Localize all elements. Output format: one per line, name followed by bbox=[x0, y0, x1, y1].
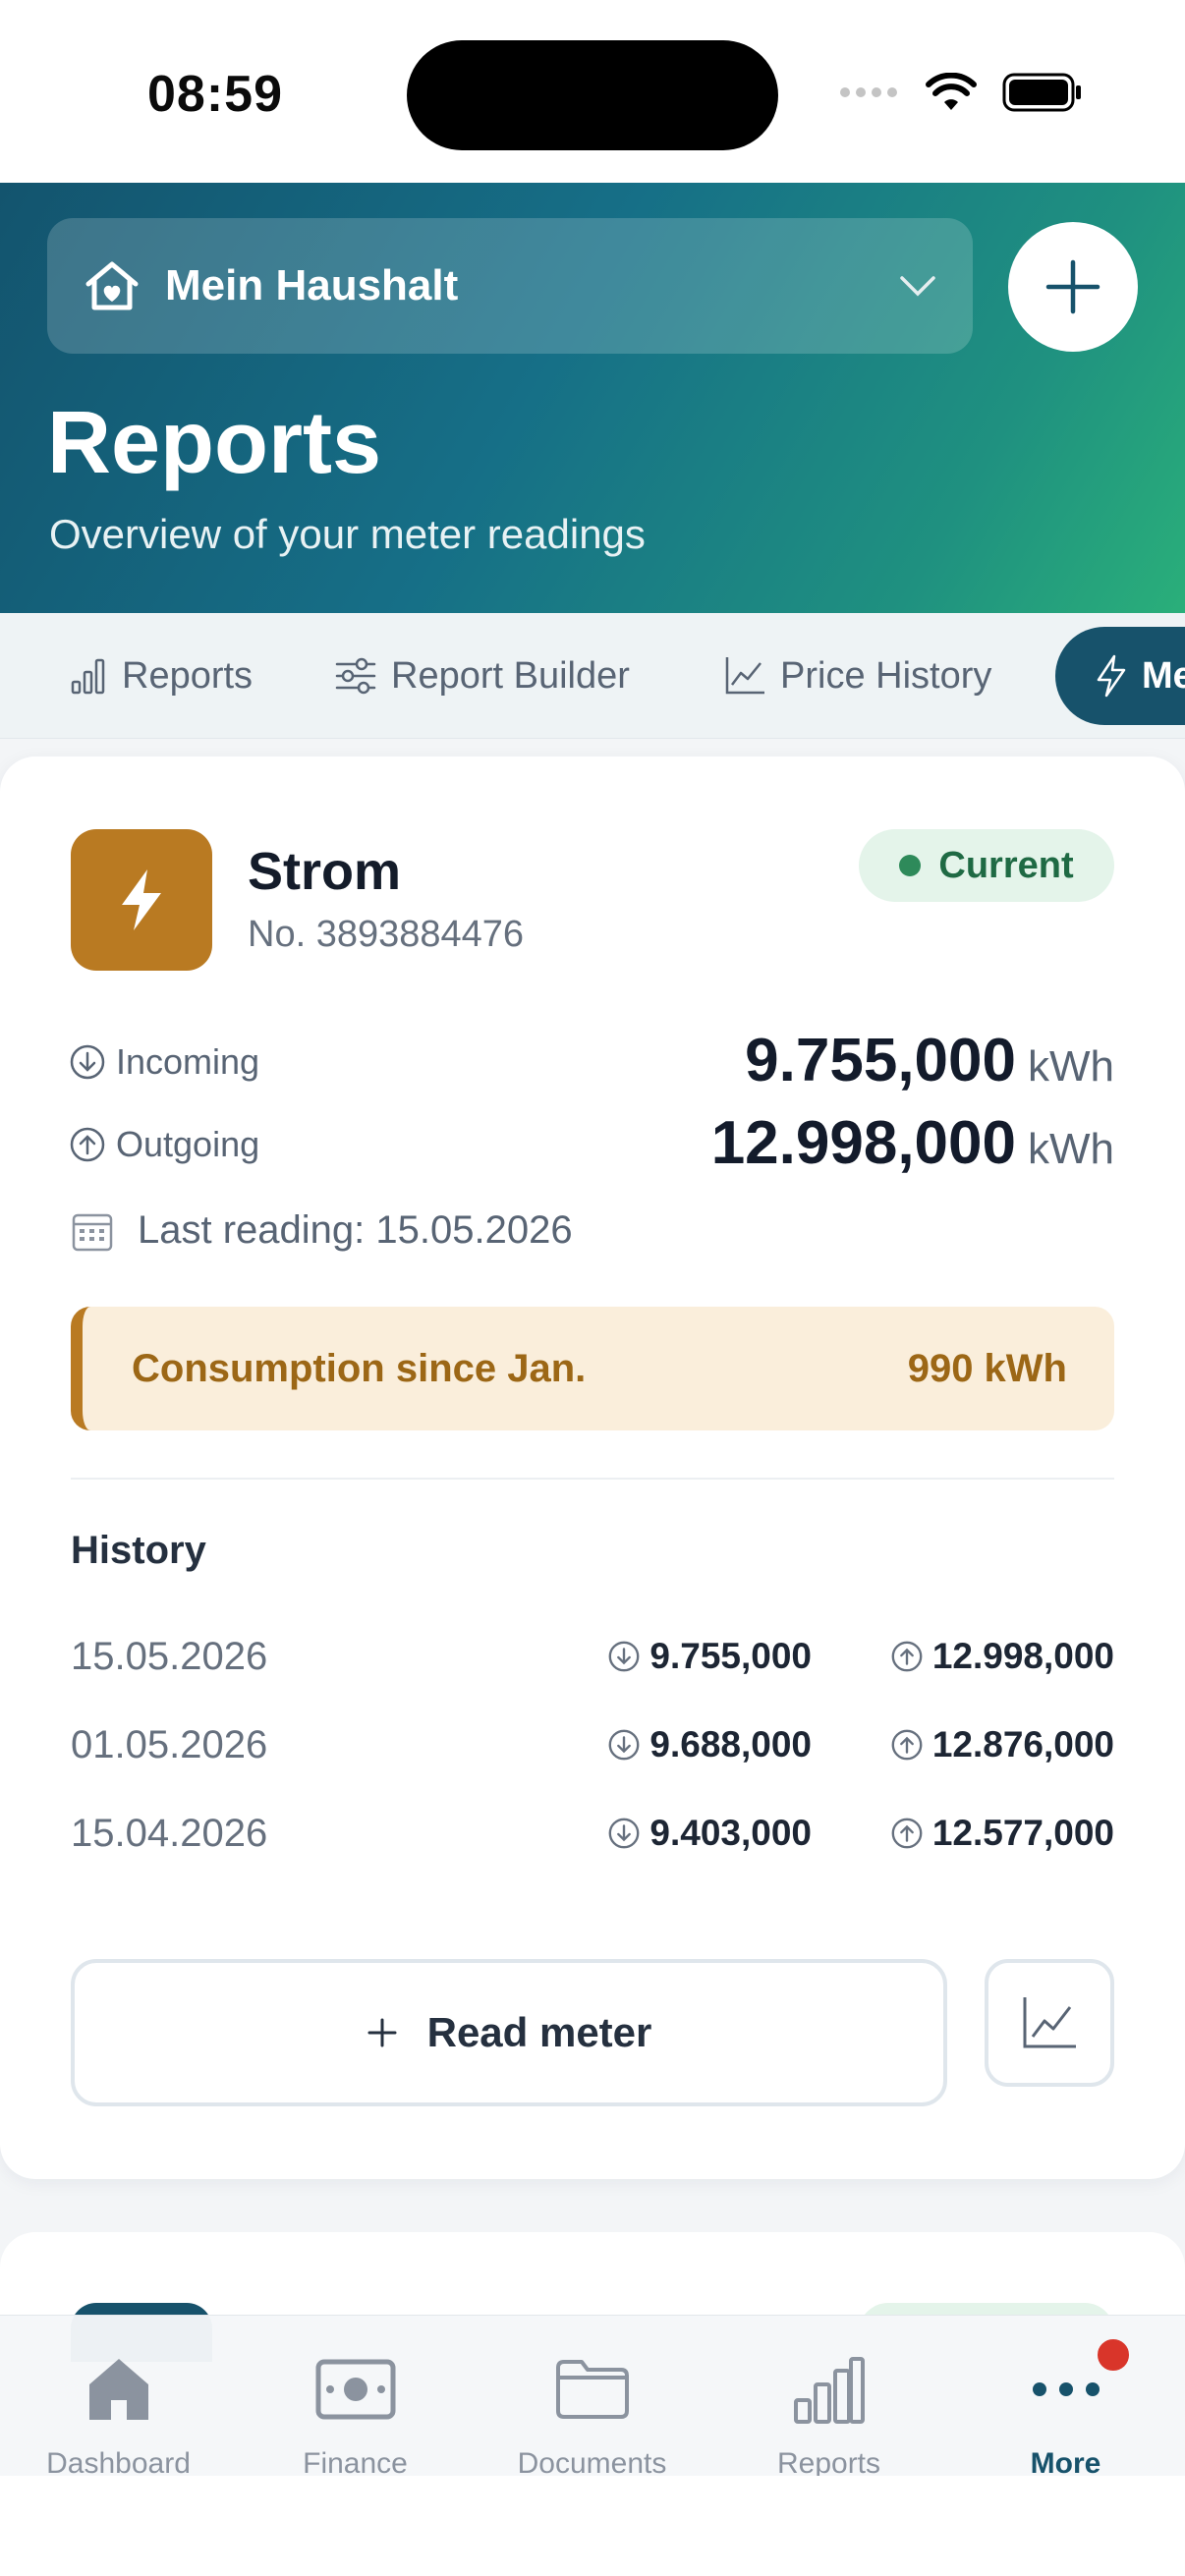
arrow-down-circle-icon bbox=[608, 1729, 640, 1761]
history-date: 01.05.2026 bbox=[71, 1722, 268, 1766]
tab-label: Reports bbox=[122, 654, 254, 697]
arrow-down-circle-icon bbox=[608, 1818, 640, 1849]
nav-reports[interactable]: Reports bbox=[710, 2345, 947, 2481]
plus-icon bbox=[367, 2018, 397, 2047]
history-title: History bbox=[71, 1529, 206, 1572]
plus-icon bbox=[1045, 259, 1100, 314]
history-row: 15.04.2026 9.403,000 12.577,000 bbox=[71, 1804, 1114, 1863]
dynamic-island bbox=[407, 40, 778, 150]
report-tabs: Reports Report Builder Price History Me bbox=[0, 613, 1185, 739]
nav-more[interactable]: More bbox=[947, 2345, 1184, 2481]
lightning-icon bbox=[122, 869, 161, 930]
last-reading-text: Last reading: 15.05.2026 bbox=[138, 1208, 573, 1252]
outgoing-unit: kWh bbox=[1028, 1125, 1114, 1173]
arrow-up-circle-icon bbox=[891, 1641, 923, 1672]
cellular-icon bbox=[840, 87, 897, 97]
chart-button[interactable] bbox=[985, 1959, 1114, 2087]
household-selector[interactable]: Mein Haushalt bbox=[47, 218, 973, 354]
wifi-icon bbox=[926, 73, 977, 110]
history-outgoing-value: 12.577,000 bbox=[931, 1813, 1114, 1853]
history-outgoing-value: 12.876,000 bbox=[931, 1724, 1114, 1764]
meter-card: Strom No. 3893884476 Current Incoming 9.… bbox=[0, 756, 1185, 2179]
incoming-label: Incoming bbox=[116, 1041, 260, 1082]
tab-reports[interactable]: Reports bbox=[69, 613, 254, 738]
header: Mein Haushalt Reports Overview of your m… bbox=[0, 183, 1185, 613]
history-incoming: 9.403,000 bbox=[570, 1813, 812, 1854]
home-heart-icon bbox=[85, 261, 139, 310]
tab-meters[interactable]: Me bbox=[1055, 627, 1185, 725]
outgoing-label-group: Outgoing bbox=[69, 1124, 711, 1165]
tab-label: Price History bbox=[780, 654, 992, 697]
outgoing-row: Outgoing 12.998,000 kWh bbox=[69, 1108, 1114, 1178]
history-outgoing: 12.876,000 bbox=[847, 1724, 1114, 1765]
bar-chart-icon bbox=[71, 658, 105, 695]
arrow-down-circle-icon bbox=[70, 1044, 105, 1080]
folder-icon bbox=[555, 2360, 629, 2419]
incoming-value: 9.755,000 bbox=[745, 1027, 1016, 1094]
more-icon bbox=[1032, 2382, 1100, 2396]
tab-label: Me bbox=[1142, 654, 1185, 697]
history-incoming: 9.688,000 bbox=[570, 1724, 812, 1765]
meter-name: Strom bbox=[248, 842, 402, 901]
outgoing-value: 12.998,000 bbox=[710, 1109, 1016, 1177]
status-icons bbox=[839, 73, 1083, 112]
consumption-value: 990 kWh bbox=[907, 1346, 1067, 1390]
status-badge: Current bbox=[859, 829, 1114, 902]
outgoing-label: Outgoing bbox=[116, 1124, 260, 1164]
incoming-unit: kWh bbox=[1028, 1042, 1114, 1091]
household-label: Mein Haushalt bbox=[165, 261, 459, 309]
arrow-down-circle-icon bbox=[608, 1641, 640, 1672]
divider bbox=[71, 1478, 1114, 1480]
bar-chart-icon bbox=[793, 2357, 865, 2424]
status-bar: 08:59 bbox=[0, 0, 1185, 183]
tab-price-history[interactable]: Price History bbox=[723, 613, 992, 738]
meter-number: No. 3893884476 bbox=[248, 914, 525, 955]
battery-icon bbox=[1002, 73, 1081, 112]
page-subtitle: Overview of your meter readings bbox=[49, 511, 646, 557]
history-incoming-value: 9.403,000 bbox=[649, 1813, 812, 1853]
lightning-icon bbox=[1097, 654, 1126, 698]
history-incoming-value: 9.688,000 bbox=[649, 1724, 812, 1764]
history-row: 01.05.2026 9.688,000 12.876,000 bbox=[71, 1715, 1114, 1774]
status-label: Current bbox=[938, 844, 1074, 886]
history-outgoing-value: 12.998,000 bbox=[931, 1636, 1114, 1676]
meter-type-icon bbox=[71, 829, 212, 971]
history-incoming: 9.755,000 bbox=[570, 1636, 812, 1677]
arrow-up-circle-icon bbox=[70, 1127, 105, 1162]
tab-label: Report Builder bbox=[391, 654, 630, 697]
nav-documents[interactable]: Documents bbox=[474, 2345, 710, 2481]
incoming-row: Incoming 9.755,000 kWh bbox=[69, 1026, 1114, 1095]
nav-finance[interactable]: Finance bbox=[237, 2345, 474, 2481]
chevron-down-icon bbox=[900, 276, 935, 297]
home-indicator-area bbox=[0, 2476, 1185, 2576]
arrow-up-circle-icon bbox=[891, 1729, 923, 1761]
consumption-label: Consumption since Jan. bbox=[132, 1346, 587, 1390]
history-outgoing: 12.577,000 bbox=[847, 1813, 1114, 1854]
arrow-up-circle-icon bbox=[891, 1818, 923, 1849]
add-button[interactable] bbox=[1008, 222, 1138, 352]
status-time: 08:59 bbox=[147, 66, 283, 123]
history-outgoing: 12.998,000 bbox=[847, 1636, 1114, 1677]
tab-report-builder[interactable]: Report Builder bbox=[334, 613, 630, 738]
status-dot bbox=[899, 855, 922, 876]
last-reading: Last reading: 15.05.2026 bbox=[71, 1208, 573, 1253]
history-incoming-value: 9.755,000 bbox=[649, 1636, 812, 1676]
history-row: 15.05.2026 9.755,000 12.998,000 bbox=[71, 1627, 1114, 1686]
trend-chart-icon bbox=[725, 657, 764, 695]
page-title: Reports bbox=[47, 394, 382, 492]
consumption-banner: Consumption since Jan. 990 kWh bbox=[71, 1307, 1114, 1430]
money-icon bbox=[315, 2359, 395, 2420]
history-date: 15.05.2026 bbox=[71, 1634, 268, 1678]
incoming-label-group: Incoming bbox=[69, 1041, 745, 1083]
trend-chart-icon bbox=[1023, 1997, 1076, 2048]
read-meter-button[interactable]: Read meter bbox=[71, 1959, 947, 2106]
sliders-icon bbox=[335, 657, 376, 695]
history-date: 15.04.2026 bbox=[71, 1811, 268, 1855]
calendar-icon bbox=[72, 1213, 113, 1251]
read-meter-label: Read meter bbox=[426, 2009, 652, 2055]
nav-dashboard[interactable]: Dashboard bbox=[0, 2345, 237, 2481]
notification-dot bbox=[1093, 2334, 1134, 2376]
home-icon bbox=[88, 2359, 148, 2420]
